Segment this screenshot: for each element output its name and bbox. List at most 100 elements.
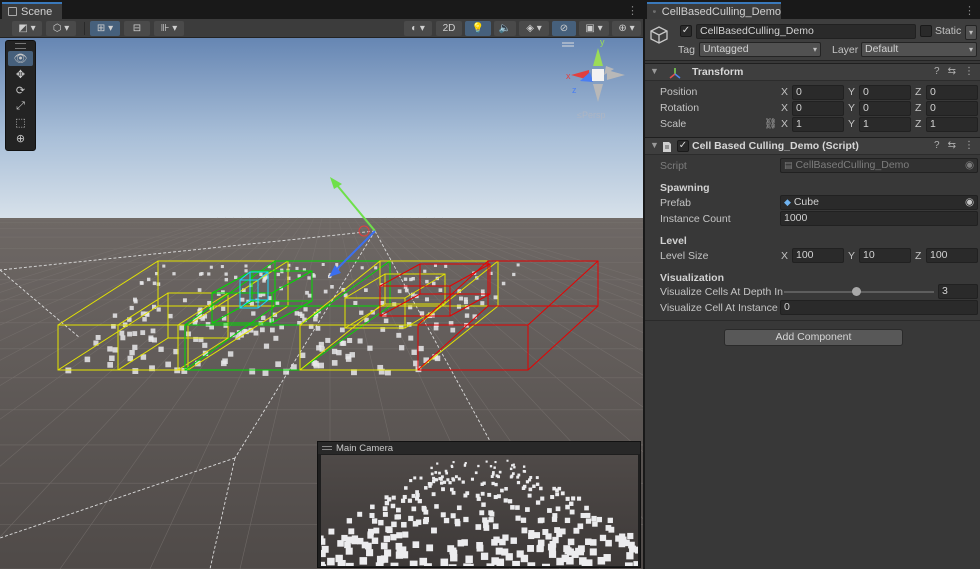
- scale-x-label[interactable]: X: [781, 118, 788, 130]
- transform-header[interactable]: ▼ Transform ? ⇆ ⋮: [645, 63, 980, 81]
- static-label: Static: [935, 25, 962, 37]
- level-size-z-label[interactable]: Z: [915, 250, 921, 262]
- position-y-field[interactable]: 0: [859, 85, 911, 100]
- level-size-x-label[interactable]: X: [781, 250, 788, 262]
- help-icon[interactable]: ?: [934, 66, 940, 77]
- rect-tool-icon[interactable]: ⬚: [8, 115, 33, 130]
- toggle-2d-button[interactable]: 2D: [436, 21, 462, 36]
- rotation-x-label[interactable]: X: [781, 102, 788, 114]
- tool-palette-grip[interactable]: [15, 43, 26, 49]
- position-x-label[interactable]: X: [781, 86, 788, 98]
- hidden-objects-icon[interactable]: ⊘: [552, 21, 576, 36]
- script-menu-icon[interactable]: ⋮: [964, 140, 974, 151]
- rotation-y-label[interactable]: Y: [848, 102, 855, 114]
- script-preset-icon[interactable]: ⇆: [948, 140, 956, 151]
- prefab-field[interactable]: ◆ Cube: [780, 195, 978, 210]
- rotation-x-field[interactable]: 0: [792, 101, 844, 116]
- scale-y-label[interactable]: Y: [848, 118, 855, 130]
- scale-z-field[interactable]: 1: [926, 117, 978, 132]
- scale-z-label[interactable]: Z: [915, 118, 921, 130]
- tab-menu-icon[interactable]: ⋮: [627, 4, 639, 17]
- rotation-z-label[interactable]: Z: [915, 102, 921, 114]
- component-menu-icon[interactable]: ⋮: [964, 66, 974, 77]
- position-z-field[interactable]: 0: [926, 85, 978, 100]
- depth-slider-knob[interactable]: [852, 287, 861, 296]
- lighting-toggle-icon[interactable]: 💡: [465, 21, 491, 36]
- script-component-title: Cell Based Culling_Demo (Script): [692, 140, 859, 152]
- add-component-button[interactable]: Add Component: [724, 329, 903, 346]
- inspector-tab-menu-icon[interactable]: ⋮: [964, 4, 976, 17]
- script-field: ▤ CellBasedCulling_Demo: [780, 158, 978, 173]
- grid-snapping-button[interactable]: ⊞ ▾: [90, 21, 120, 36]
- gameobject-header: ✓ CellBasedCulling_Demo Static ▾ Tag Unt…: [645, 19, 980, 61]
- persp-label[interactable]: ≤Persp: [577, 110, 605, 120]
- effects-icon[interactable]: ◈ ▾: [519, 21, 549, 36]
- transform-foldout-icon[interactable]: ▼: [650, 66, 659, 76]
- audio-toggle-icon[interactable]: 🔈: [494, 21, 516, 36]
- camera-preview-render: [321, 455, 638, 566]
- camera-preview-title-bar[interactable]: Main Camera: [318, 442, 640, 454]
- level-size-y-label[interactable]: Y: [848, 250, 855, 262]
- object-name-input[interactable]: CellBasedCulling_Demo: [696, 24, 916, 39]
- grid-visibility-button[interactable]: ⊪ ▾: [154, 21, 184, 36]
- render-paths-button[interactable]: ⬡ ▾: [46, 21, 76, 36]
- instance-field[interactable]: 0: [780, 300, 978, 315]
- transform-icon: [669, 68, 681, 79]
- script-picker-icon: ◉: [965, 159, 975, 171]
- scene-tab[interactable]: Scene: [2, 2, 62, 19]
- preset-icon[interactable]: ⇆: [948, 66, 956, 77]
- camera-settings-icon[interactable]: ▣ ▾: [579, 21, 609, 36]
- script-help-icon[interactable]: ?: [934, 140, 940, 151]
- shading-mode-button[interactable]: ◐ ▾: [404, 21, 432, 36]
- layer-value: Default: [865, 43, 899, 55]
- rotation-z-field[interactable]: 0: [926, 101, 978, 116]
- prefab-picker-icon[interactable]: ◉: [965, 196, 974, 208]
- level-size-label: Level Size: [660, 250, 709, 262]
- level-header: Level: [660, 235, 687, 247]
- static-dropdown[interactable]: ▾: [965, 25, 977, 40]
- inspector-tab[interactable]: CellBasedCulling_Demo: [647, 2, 781, 19]
- svg-text:x: x: [566, 71, 571, 81]
- spawning-header: Spawning: [660, 182, 710, 194]
- gizmos-button[interactable]: ⊕ ▾: [612, 21, 641, 36]
- instance-count-label: Instance Count: [660, 213, 731, 225]
- gameobject-icon: [653, 10, 656, 13]
- move-tool-icon[interactable]: ✥: [8, 67, 33, 82]
- scale-link-icon[interactable]: ⛓: [764, 117, 777, 130]
- tag-dropdown[interactable]: Untagged ▾: [699, 42, 821, 57]
- depth-label: Visualize Cells At Depth In: [660, 286, 783, 298]
- level-size-x-field[interactable]: 100: [792, 248, 844, 263]
- layer-dropdown[interactable]: Default ▾: [861, 42, 977, 57]
- depth-value-field[interactable]: 3: [938, 284, 978, 299]
- static-checkbox[interactable]: [920, 25, 932, 37]
- view-tool-icon[interactable]: 👁: [8, 51, 33, 66]
- scale-label: Scale: [660, 118, 687, 130]
- script-foldout-icon[interactable]: ▼: [650, 140, 659, 150]
- rotate-tool-icon[interactable]: ⟳: [8, 83, 33, 98]
- instance-count-field[interactable]: 1000: [780, 211, 978, 226]
- level-size-z-field[interactable]: 100: [926, 248, 978, 263]
- camera-preview-title: Main Camera: [336, 442, 394, 454]
- level-size-y-field[interactable]: 10: [859, 248, 911, 263]
- position-z-label[interactable]: Z: [915, 86, 921, 98]
- scale-y-field[interactable]: 1: [859, 117, 911, 132]
- scale-x-field[interactable]: 1: [792, 117, 844, 132]
- scene-viewport[interactable]: y x z 👁 ✥ ⟳ ⤢ ⬚ ⊕ ≤Persp Main Camera: [0, 38, 643, 569]
- prefab-label: Prefab: [660, 197, 691, 209]
- instance-label: Visualize Cell At Instance: [660, 302, 778, 314]
- increment-snap-button[interactable]: ⊟: [124, 21, 150, 36]
- transform-tool-icon[interactable]: ⊕: [8, 131, 33, 146]
- draw-mode-button[interactable]: ◩ ▾: [12, 21, 42, 36]
- active-checkbox[interactable]: ✓: [680, 25, 692, 37]
- scene-icon: [8, 7, 17, 16]
- layer-label: Layer: [832, 44, 859, 56]
- rotation-y-field[interactable]: 0: [859, 101, 911, 116]
- tag-value: Untagged: [703, 43, 749, 55]
- camera-preview: Main Camera: [317, 441, 641, 568]
- position-y-label[interactable]: Y: [848, 86, 855, 98]
- position-x-field[interactable]: 0: [792, 85, 844, 100]
- scale-tool-icon[interactable]: ⤢: [8, 99, 33, 114]
- script-label: Script: [660, 160, 687, 172]
- script-component-header[interactable]: ▼ ✓ Cell Based Culling_Demo (Script) ? ⇆ ⋮: [645, 137, 980, 155]
- script-enabled-checkbox[interactable]: ✓: [677, 140, 689, 152]
